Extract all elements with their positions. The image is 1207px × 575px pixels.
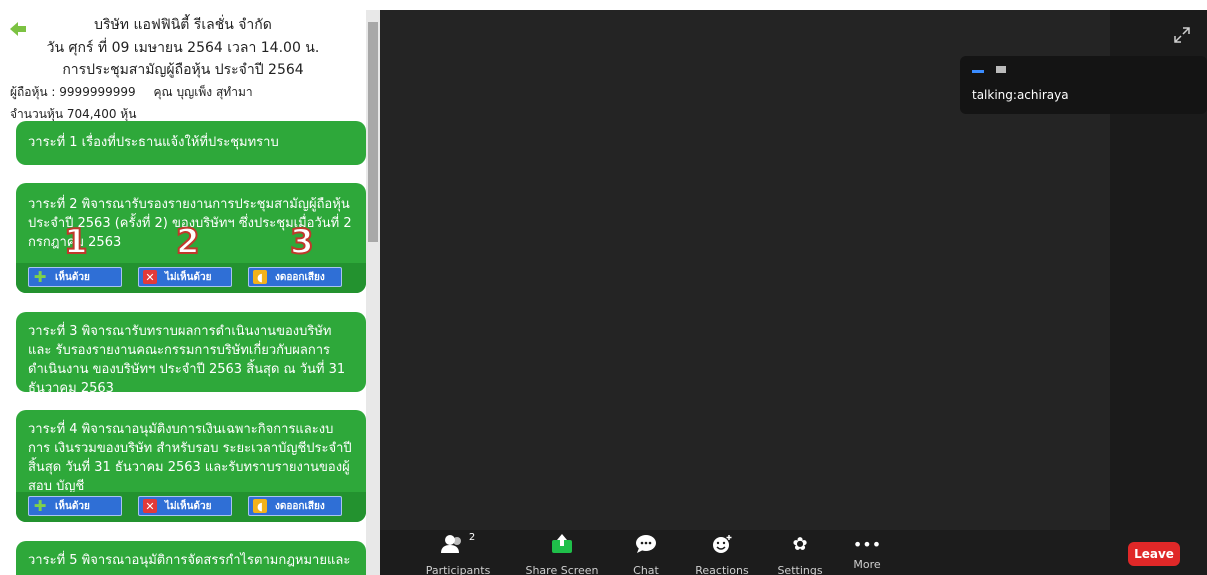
agree-button[interactable]: ✚ เห็นด้วย xyxy=(28,496,122,516)
meeting-date: วัน ศุกร์ ที่ 09 เมษายน 2564 เวลา 14.00 … xyxy=(46,40,320,56)
leave-button[interactable]: Leave xyxy=(1128,542,1180,566)
agenda-text: วาระที่ 1 เรื่องที่ประธานแจ้งให้ที่ประชุ… xyxy=(28,135,279,150)
vote-button-row: ✚ เห็นด้วย ✕ ไม่เห็นด้วย ◖ งดออกเสียง xyxy=(16,492,366,522)
agree-button[interactable]: ✚ เห็นด้วย xyxy=(28,267,122,287)
shareholder-id: ผู้ถือหุ้น : 9999999999 xyxy=(10,85,136,99)
meeting-title: การประชุมสามัญผู้ถือหุ้น ประจำปี 2564 xyxy=(62,62,304,78)
disagree-label: ไม่เห็นด้วย xyxy=(165,500,212,512)
active-speaker-panel[interactable]: talking:achiraya xyxy=(960,56,1207,114)
more-button[interactable]: ••• More xyxy=(832,532,902,572)
marker-3: 3 xyxy=(289,222,315,262)
share-screen-button[interactable]: Share Screen xyxy=(522,532,602,575)
agree-label: เห็นด้วย xyxy=(55,271,90,283)
abstain-icon: ◖ xyxy=(253,270,267,284)
scrollbar[interactable] xyxy=(366,10,380,575)
agenda-text: วาระที่ 5 พิจารณาอนุมัติการจัดสรรกำไรตาม… xyxy=(28,553,351,575)
meeting-toolbar: 2 Participants Share Screen Chat Reactio… xyxy=(380,530,1207,575)
vote-button-row: ✚ เห็นด้วย ✕ ไม่เห็นด้วย ◖ งดออกเสียง xyxy=(16,263,366,293)
agenda-item-5[interactable]: วาระที่ 5 พิจารณาอนุมัติการจัดสรรกำไรตาม… xyxy=(16,541,366,575)
scrollbar-thumb[interactable] xyxy=(368,22,378,242)
marker-2: 2 xyxy=(175,222,201,262)
disagree-button[interactable]: ✕ ไม่เห็นด้วย xyxy=(138,496,232,516)
settings-button[interactable]: ✿ Settings xyxy=(760,532,840,575)
shareholder-name: คุณ บุญเพ็ง สุทำมา xyxy=(153,85,253,99)
meeting-window: talking:achiraya 2 Participants Share Sc… xyxy=(380,10,1207,575)
chat-label: Chat xyxy=(633,564,659,575)
marker-1: 1 xyxy=(63,222,89,262)
plus-icon: ✚ xyxy=(33,496,47,515)
voting-panel: บริษัท แอฟฟินิตี้ รีเลชั่น จำกัด วัน ศุก… xyxy=(0,0,380,575)
reactions-icon xyxy=(682,532,762,556)
participants-label: Participants xyxy=(425,564,491,575)
reactions-label: Reactions xyxy=(695,564,749,575)
abstain-label: งดออกเสียง xyxy=(275,271,325,283)
minimize-icon[interactable] xyxy=(972,70,984,73)
more-icon: ••• xyxy=(852,534,882,554)
abstain-button[interactable]: ◖ งดออกเสียง xyxy=(248,267,342,287)
more-label: More xyxy=(853,558,881,571)
agree-label: เห็นด้วย xyxy=(55,500,90,512)
agenda-item-4[interactable]: วาระที่ 4 พิจารณาอนุมัติงบการเงินเฉพาะกิ… xyxy=(16,410,366,522)
company-name: บริษัท แอฟฟินิตี้ รีเลชั่น จำกัด xyxy=(94,17,272,33)
agenda-text: วาระที่ 4 พิจารณาอนุมัติงบการเงินเฉพาะกิ… xyxy=(28,422,352,494)
x-icon: ✕ xyxy=(143,499,157,513)
gear-icon: ✿ xyxy=(792,533,808,555)
plus-icon: ✚ xyxy=(33,267,47,286)
abstain-icon: ◖ xyxy=(253,499,267,513)
participants-count: 2 xyxy=(468,532,476,543)
x-icon: ✕ xyxy=(143,270,157,284)
abstain-label: งดออกเสียง xyxy=(275,500,325,512)
participants-icon: 2 xyxy=(418,532,498,556)
chat-icon xyxy=(606,532,686,556)
shareholder-info: ผู้ถือหุ้น : 9999999999 คุณ บุญเพ็ง สุทำ… xyxy=(10,83,267,102)
disagree-button[interactable]: ✕ ไม่เห็นด้วย xyxy=(138,267,232,287)
top-margin xyxy=(380,0,1207,10)
speaker-name: talking:achiraya xyxy=(972,88,1069,102)
agenda-text: วาระที่ 3 พิจารณารับทราบผลการดำเนินงานขอ… xyxy=(28,324,346,396)
agenda-item-3[interactable]: วาระที่ 3 พิจารณารับทราบผลการดำเนินงานขอ… xyxy=(16,312,366,396)
participants-button[interactable]: 2 Participants xyxy=(418,532,498,575)
agenda-item-1[interactable]: วาระที่ 1 เรื่องที่ประธานแจ้งให้ที่ประชุ… xyxy=(16,121,366,165)
chat-button[interactable]: Chat xyxy=(606,532,686,575)
share-screen-label: Share Screen xyxy=(525,564,599,575)
restore-icon[interactable] xyxy=(996,66,1006,73)
screen: บริษัท แอฟฟินิตี้ รีเลชั่น จำกัด วัน ศุก… xyxy=(0,0,1207,575)
settings-label: Settings xyxy=(777,564,823,575)
abstain-button[interactable]: ◖ งดออกเสียง xyxy=(248,496,342,516)
fullscreen-icon[interactable] xyxy=(1173,26,1191,44)
share-screen-icon xyxy=(522,532,602,556)
reactions-button[interactable]: Reactions xyxy=(682,532,762,575)
disagree-label: ไม่เห็นด้วย xyxy=(165,271,212,283)
